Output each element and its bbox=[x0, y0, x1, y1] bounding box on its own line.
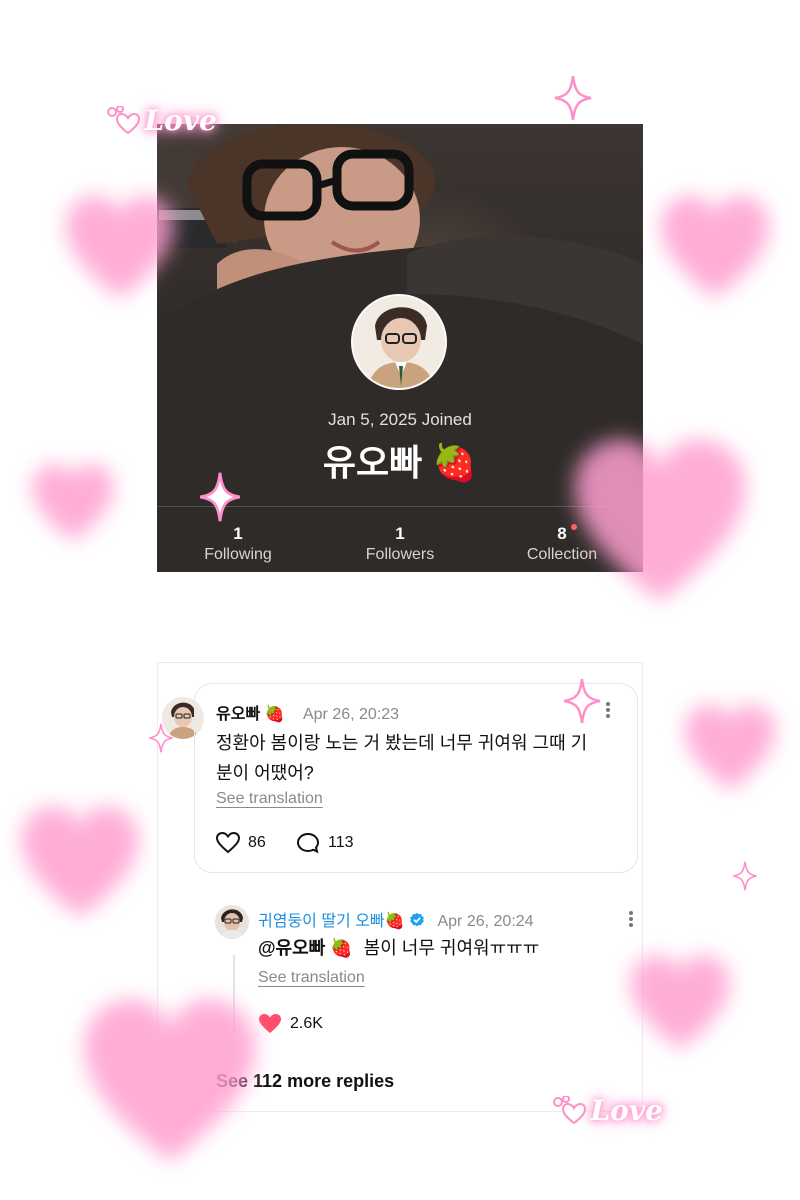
see-more-replies-link[interactable]: See 112 more replies bbox=[216, 1071, 394, 1092]
divider bbox=[157, 506, 643, 507]
comment-bubble: 유오빠 🍓 Apr 26, 20:23 정환아 봄이랑 노는 거 봤는데 너무 … bbox=[194, 683, 638, 873]
joined-date: Jan 5, 2025 Joined bbox=[328, 410, 472, 429]
comment-thread: 유오빠 🍓 Apr 26, 20:23 정환아 봄이랑 노는 거 봤는데 너무 … bbox=[157, 662, 643, 1112]
reply-text-row: @유오빠 🍓 봄이 너무 귀여워ㅠㅠㅠ bbox=[258, 933, 539, 963]
heart-sticker-icon bbox=[685, 705, 775, 790]
sparkle-icon bbox=[733, 861, 757, 891]
comment-time: Apr 26, 20:23 bbox=[302, 706, 400, 723]
see-translation-link[interactable]: See translation bbox=[258, 969, 365, 987]
comment-text: 정환아 봄이랑 노는 거 봤는데 너무 귀여워 그때 기분이 어땠어? bbox=[216, 733, 588, 783]
reply-author[interactable]: 귀염둥이 딸기 오빠🍓 bbox=[258, 913, 405, 930]
like-button[interactable]: 2.6K bbox=[258, 1013, 323, 1035]
profile-name: 유오빠 🍓 bbox=[322, 442, 478, 483]
comment-author[interactable]: 유오빠 🍓 bbox=[216, 706, 285, 723]
thread-connector bbox=[233, 955, 235, 1033]
like-button[interactable]: 86 bbox=[216, 832, 266, 854]
heart-sticker-icon bbox=[32, 464, 114, 541]
stat-followers[interactable]: 1 Followers bbox=[320, 524, 480, 564]
profile-card: Jan 5, 2025 Joined 유오빠 🍓 1 Following 1 F… bbox=[157, 124, 643, 572]
heart-sticker-icon bbox=[21, 806, 139, 917]
heart-sticker-icon bbox=[661, 196, 769, 298]
mention-link[interactable]: @유오빠 🍓 bbox=[258, 938, 353, 958]
avatar[interactable] bbox=[351, 294, 447, 390]
stat-label: Collection bbox=[526, 546, 598, 563]
see-translation-link[interactable]: See translation bbox=[216, 790, 323, 808]
stat-value: 8 bbox=[557, 524, 567, 543]
stat-collection[interactable]: 8 Collection bbox=[482, 524, 642, 564]
stat-label: Following bbox=[204, 546, 272, 563]
verified-badge-icon bbox=[410, 912, 424, 927]
comment-bubble-icon bbox=[296, 832, 320, 854]
avatar-image bbox=[215, 905, 249, 939]
reply-count: 113 bbox=[328, 834, 354, 851]
stat-value: 1 bbox=[233, 524, 243, 543]
paw-heart-icon bbox=[107, 105, 141, 135]
more-options-icon[interactable] bbox=[628, 909, 634, 929]
more-options-icon[interactable] bbox=[605, 700, 611, 720]
avatar-image bbox=[353, 296, 445, 388]
like-count: 2.6K bbox=[290, 1015, 323, 1032]
notification-dot bbox=[571, 524, 577, 530]
sparkle-icon bbox=[554, 75, 592, 121]
avatar[interactable] bbox=[215, 905, 249, 939]
stat-value: 1 bbox=[395, 524, 405, 543]
like-count: 86 bbox=[248, 834, 266, 851]
reply-time: Apr 26, 20:24 bbox=[437, 913, 534, 930]
stat-following[interactable]: 1 Following bbox=[158, 524, 318, 564]
reply-button[interactable]: 113 bbox=[296, 832, 354, 854]
heart-outline-icon bbox=[216, 832, 240, 854]
heart-filled-icon bbox=[259, 1014, 281, 1033]
stat-label: Followers bbox=[365, 546, 435, 563]
reply-text: 봄이 너무 귀여워ㅠㅠㅠ bbox=[363, 938, 540, 958]
